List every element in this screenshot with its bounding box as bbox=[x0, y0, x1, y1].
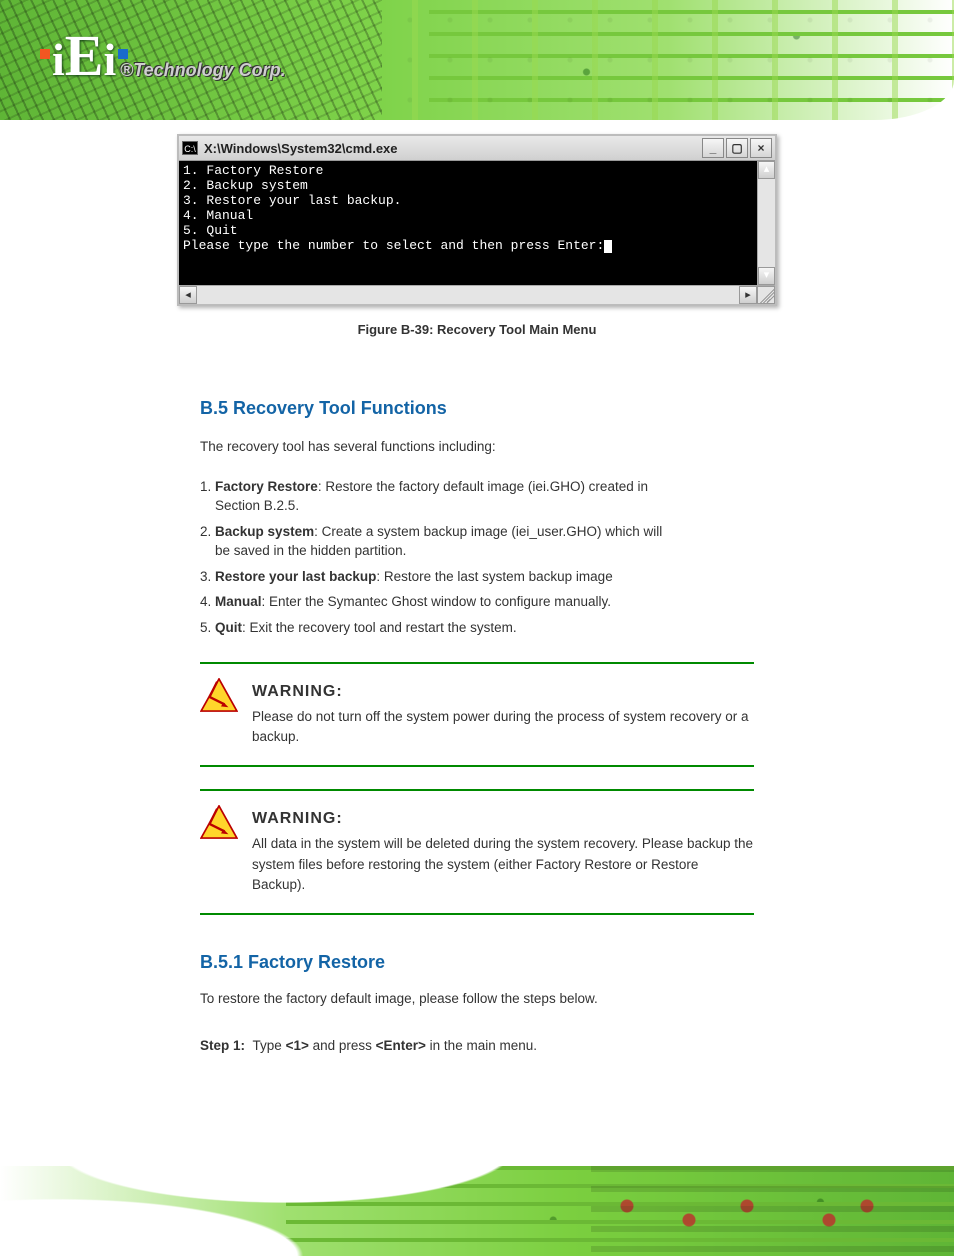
warning-box: WARNING: All data in the system will be … bbox=[200, 797, 754, 907]
list-num: 3. bbox=[200, 569, 211, 584]
cmd-line: 2. Backup system bbox=[183, 178, 308, 193]
warning-box: WARNING: Please do not turn off the syst… bbox=[200, 670, 754, 760]
list-num: 2. bbox=[200, 524, 211, 539]
warning-body: Please do not turn off the system power … bbox=[252, 707, 754, 748]
list-label: Quit bbox=[215, 620, 242, 635]
cmd-line: 3. Restore your last backup. bbox=[183, 193, 401, 208]
warning-label: WARNING: bbox=[252, 807, 754, 830]
cmd-title-text: X:\Windows\System32\cmd.exe bbox=[204, 141, 702, 156]
cmd-body[interactable]: 1. Factory Restore 2. Backup system 3. R… bbox=[179, 161, 775, 285]
step-row: Step 1: Type <1> and press <Enter> in th… bbox=[200, 1036, 754, 1056]
subsection-heading: B.5.1 Factory Restore bbox=[200, 949, 754, 975]
scroll-down-arrow[interactable]: ▾ bbox=[758, 267, 775, 285]
resize-handle[interactable] bbox=[757, 286, 775, 304]
cmd-line: 1. Factory Restore bbox=[183, 163, 323, 178]
list-text: : Create a system backup image (iei_user… bbox=[314, 524, 662, 539]
footer-swirl bbox=[0, 1166, 572, 1256]
list-text: : Enter the Symantec Ghost window to con… bbox=[262, 594, 611, 609]
list-label: Backup system bbox=[215, 524, 314, 539]
cmd-window: C:\ X:\Windows\System32\cmd.exe _ ▢ × 1.… bbox=[177, 134, 777, 306]
scroll-track[interactable] bbox=[197, 286, 739, 304]
list-label: Restore your last backup bbox=[215, 569, 376, 584]
warning-icon bbox=[200, 678, 238, 712]
list-sub: be saved in the hidden partition. bbox=[215, 543, 406, 558]
list-text: : Restore the last system backup image bbox=[376, 569, 612, 584]
divider bbox=[200, 765, 754, 767]
cmd-line: 4. Manual bbox=[183, 208, 253, 223]
divider bbox=[200, 913, 754, 915]
step-lead: Step 1: bbox=[200, 1038, 245, 1053]
maximize-button[interactable]: ▢ bbox=[726, 138, 748, 158]
step-key: <1> bbox=[286, 1038, 309, 1053]
list-text: : Restore the factory default image (iei… bbox=[318, 479, 648, 494]
list-num: 5. bbox=[200, 620, 211, 635]
horizontal-scrollbar[interactable]: ◂ ▸ bbox=[179, 285, 775, 304]
list-num: 1. bbox=[200, 479, 211, 494]
vertical-scrollbar[interactable]: ▴ ▾ bbox=[757, 161, 775, 285]
bullet-list: 1. Factory Restore: Restore the factory … bbox=[200, 477, 754, 638]
list-label: Manual bbox=[215, 594, 262, 609]
header-pcb-texture bbox=[429, 0, 954, 120]
list-sub: Section B.2.5. bbox=[215, 498, 299, 513]
minimize-button[interactable]: _ bbox=[702, 138, 724, 158]
logo-square-red bbox=[40, 49, 50, 59]
cmd-line: Please type the number to select and the… bbox=[183, 238, 604, 253]
scroll-left-arrow[interactable]: ◂ bbox=[179, 286, 197, 304]
figure-caption: Figure B-39: Recovery Tool Main Menu bbox=[0, 322, 954, 337]
warning-label: WARNING: bbox=[252, 680, 754, 703]
cmd-titlebar[interactable]: C:\ X:\Windows\System32\cmd.exe _ ▢ × bbox=[179, 136, 775, 161]
list-text: : Exit the recovery tool and restart the… bbox=[242, 620, 517, 635]
cmd-icon: C:\ bbox=[182, 141, 198, 155]
header-banner: iEi ®Technology Corp. bbox=[0, 0, 954, 120]
logo-tagline: ®Technology Corp. bbox=[120, 60, 286, 81]
text-cursor bbox=[604, 240, 612, 253]
list-label: Factory Restore bbox=[215, 479, 318, 494]
divider bbox=[200, 662, 754, 664]
divider bbox=[200, 789, 754, 791]
document-content: B.5 Recovery Tool Functions The recovery… bbox=[0, 361, 954, 1056]
brand-logo: iEi ®Technology Corp. bbox=[40, 22, 128, 89]
scroll-right-arrow[interactable]: ▸ bbox=[739, 286, 757, 304]
section-heading: B.5 Recovery Tool Functions bbox=[200, 395, 754, 421]
step-text: and press bbox=[309, 1038, 376, 1053]
warning-body: All data in the system will be deleted d… bbox=[252, 834, 754, 895]
warning-icon bbox=[200, 805, 238, 839]
subsection-desc: To restore the factory default image, pl… bbox=[200, 989, 754, 1009]
step-text: Type bbox=[253, 1038, 286, 1053]
intro-paragraph: The recovery tool has several functions … bbox=[200, 437, 754, 457]
close-button[interactable]: × bbox=[750, 138, 772, 158]
step-key: <Enter> bbox=[376, 1038, 426, 1053]
footer-banner bbox=[0, 1166, 954, 1256]
step-text: in the main menu. bbox=[426, 1038, 537, 1053]
list-num: 4. bbox=[200, 594, 211, 609]
logo-square-blue bbox=[118, 49, 128, 59]
cmd-line: 5. Quit bbox=[183, 223, 238, 238]
scroll-up-arrow[interactable]: ▴ bbox=[758, 161, 775, 179]
